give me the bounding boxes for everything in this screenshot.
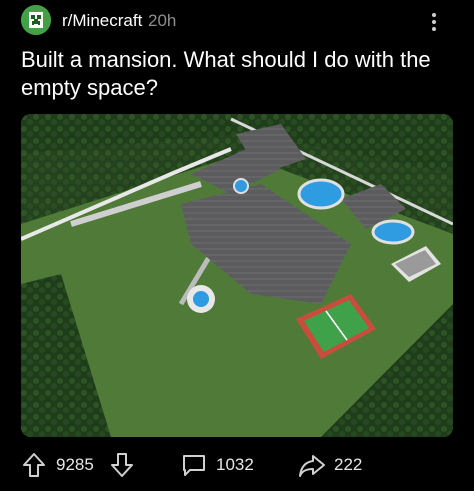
kebab-menu-icon[interactable] — [424, 8, 444, 36]
subreddit-name[interactable]: r/Minecraft — [62, 11, 142, 31]
share-button[interactable]: 222 — [334, 446, 362, 484]
menu-dot — [432, 20, 436, 24]
menu-dot — [432, 27, 436, 31]
share-count-label: 222 — [334, 455, 363, 474]
creeper-icon — [21, 5, 51, 35]
post-image[interactable] — [21, 114, 453, 437]
post-age: 20h — [148, 11, 177, 30]
menu-dot — [432, 13, 436, 17]
upvote-arrow-icon[interactable] — [21, 451, 47, 479]
post-header: r/Minecraft 20h — [0, 0, 474, 44]
share-arrow-icon[interactable] — [297, 451, 327, 479]
minecraft-mansion-image — [21, 114, 453, 437]
subreddit-avatar[interactable] — [21, 5, 51, 35]
post-action-bar: 9285 1032 222 — [0, 446, 474, 486]
comment-button[interactable]: 1032 — [216, 446, 254, 484]
comment-bubble-icon[interactable] — [180, 451, 208, 479]
post-title[interactable]: Built a mansion. What should I do with t… — [21, 46, 451, 102]
comment-count-label: 1032 — [216, 455, 254, 474]
upvote-count: 9285 — [56, 446, 94, 484]
upvote-count-label: 9285 — [56, 455, 94, 474]
downvote-arrow-icon[interactable] — [109, 451, 135, 479]
